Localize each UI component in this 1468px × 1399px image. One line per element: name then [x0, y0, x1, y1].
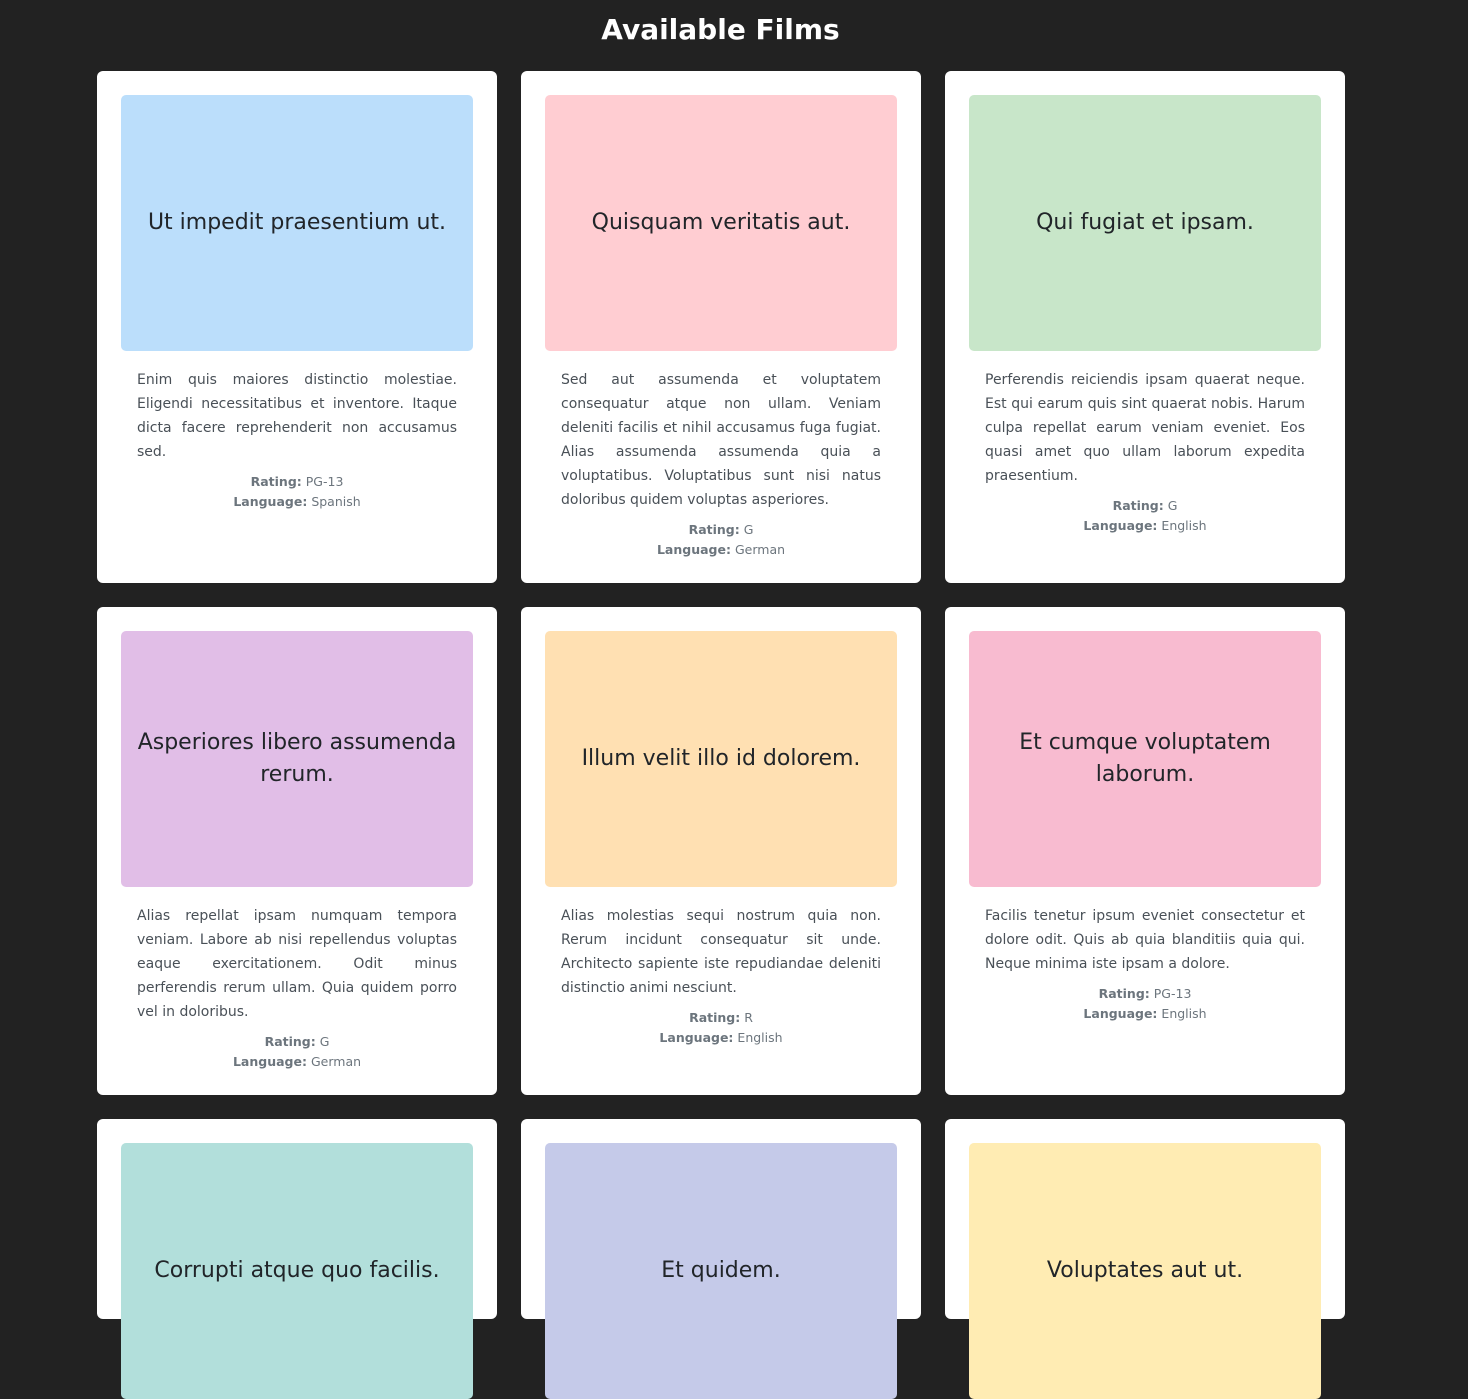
- language-label: Language:: [233, 494, 308, 509]
- language-label: Language:: [659, 1030, 734, 1045]
- film-card[interactable]: Ut impedit praesentium ut. Enim quis mai…: [97, 71, 497, 583]
- film-meta: Rating: R Language: English: [545, 1008, 897, 1048]
- film-poster: Ut impedit praesentium ut.: [121, 95, 473, 351]
- rating-label: Rating:: [264, 1034, 316, 1049]
- language-label: Language:: [232, 1054, 307, 1069]
- film-card[interactable]: Qui fugiat et ipsam. Perferendis reicien…: [945, 71, 1345, 583]
- film-poster: Corrupti atque quo facilis.: [121, 1143, 473, 1399]
- film-poster: Quisquam veritatis aut.: [545, 95, 897, 351]
- rating-label: Rating:: [688, 522, 740, 537]
- film-title: Et cumque voluptatem laborum.: [1019, 730, 1271, 787]
- film-meta: Rating: PG-13 Language: English: [969, 984, 1321, 1024]
- film-card[interactable]: Voluptates aut ut.: [945, 1119, 1345, 1399]
- film-title: Corrupti atque quo facilis.: [154, 1258, 440, 1283]
- film-title: Voluptates aut ut.: [1046, 1258, 1244, 1283]
- film-card[interactable]: Et quidem.: [521, 1119, 921, 1399]
- film-meta: Rating: G Language: German: [121, 1032, 473, 1072]
- film-meta: Rating: G Language: English: [969, 496, 1321, 536]
- film-description: Alias molestias sequi nostrum quia non. …: [561, 908, 881, 996]
- rating-label: Rating:: [250, 474, 302, 489]
- film-title: Asperiores libero assumenda rerum.: [137, 730, 457, 787]
- language-value: English: [1161, 518, 1207, 533]
- language-value: German: [734, 542, 786, 557]
- film-title: Ut impedit praesentium ut.: [147, 210, 447, 235]
- film-poster: Illum velit illo id dolorem.: [545, 631, 897, 887]
- film-meta: Rating: PG-13 Language: Spanish: [121, 472, 473, 512]
- rating-value: PG-13: [305, 474, 344, 489]
- film-card[interactable]: Quisquam veritatis aut. Sed aut assumend…: [521, 71, 921, 583]
- language-value: German: [310, 1054, 362, 1069]
- rating-label: Rating:: [689, 1010, 741, 1025]
- film-description: Sed aut assumenda et voluptatem consequa…: [561, 372, 881, 508]
- film-description: Alias repellat ipsam numquam tempora ven…: [137, 908, 457, 1020]
- film-meta: Rating: G Language: German: [545, 520, 897, 560]
- film-title: Illum velit illo id dolorem.: [581, 746, 861, 771]
- page-title: Available Films: [601, 13, 840, 46]
- rating-value: R: [744, 1010, 753, 1025]
- film-description: Facilis tenetur ipsum eveniet consectetu…: [985, 908, 1305, 972]
- rating-value: G: [319, 1034, 330, 1049]
- film-description: Perferendis reiciendis ipsam quaerat neq…: [985, 372, 1305, 484]
- film-poster: Voluptates aut ut.: [969, 1143, 1321, 1399]
- film-poster: Qui fugiat et ipsam.: [969, 95, 1321, 351]
- film-poster: Et cumque voluptatem laborum.: [969, 631, 1321, 887]
- language-value: English: [1161, 1006, 1207, 1021]
- language-label: Language:: [1083, 1006, 1158, 1021]
- rating-label: Rating:: [1098, 986, 1150, 1001]
- film-card[interactable]: Asperiores libero assumenda rerum. Alias…: [97, 607, 497, 1095]
- film-grid: Ut impedit praesentium ut. Enim quis mai…: [97, 71, 1345, 1399]
- film-title: Qui fugiat et ipsam.: [1036, 210, 1254, 235]
- language-label: Language:: [656, 542, 731, 557]
- film-card[interactable]: Et cumque voluptatem laborum. Facilis te…: [945, 607, 1345, 1095]
- language-label: Language:: [1083, 518, 1158, 533]
- film-description: Enim quis maiores distinctio molestiae. …: [137, 372, 457, 460]
- rating-value: G: [743, 522, 754, 537]
- language-value: Spanish: [311, 494, 361, 509]
- film-card[interactable]: Illum velit illo id dolorem. Alias moles…: [521, 607, 921, 1095]
- film-card[interactable]: Corrupti atque quo facilis.: [97, 1119, 497, 1399]
- film-title: Quisquam veritatis aut.: [591, 210, 851, 235]
- film-title: Et quidem.: [661, 1258, 781, 1283]
- rating-value: PG-13: [1153, 986, 1192, 1001]
- film-poster: Asperiores libero assumenda rerum.: [121, 631, 473, 887]
- film-poster: Et quidem.: [545, 1143, 897, 1399]
- rating-value: G: [1167, 498, 1178, 513]
- language-value: English: [737, 1030, 783, 1045]
- rating-label: Rating:: [1112, 498, 1164, 513]
